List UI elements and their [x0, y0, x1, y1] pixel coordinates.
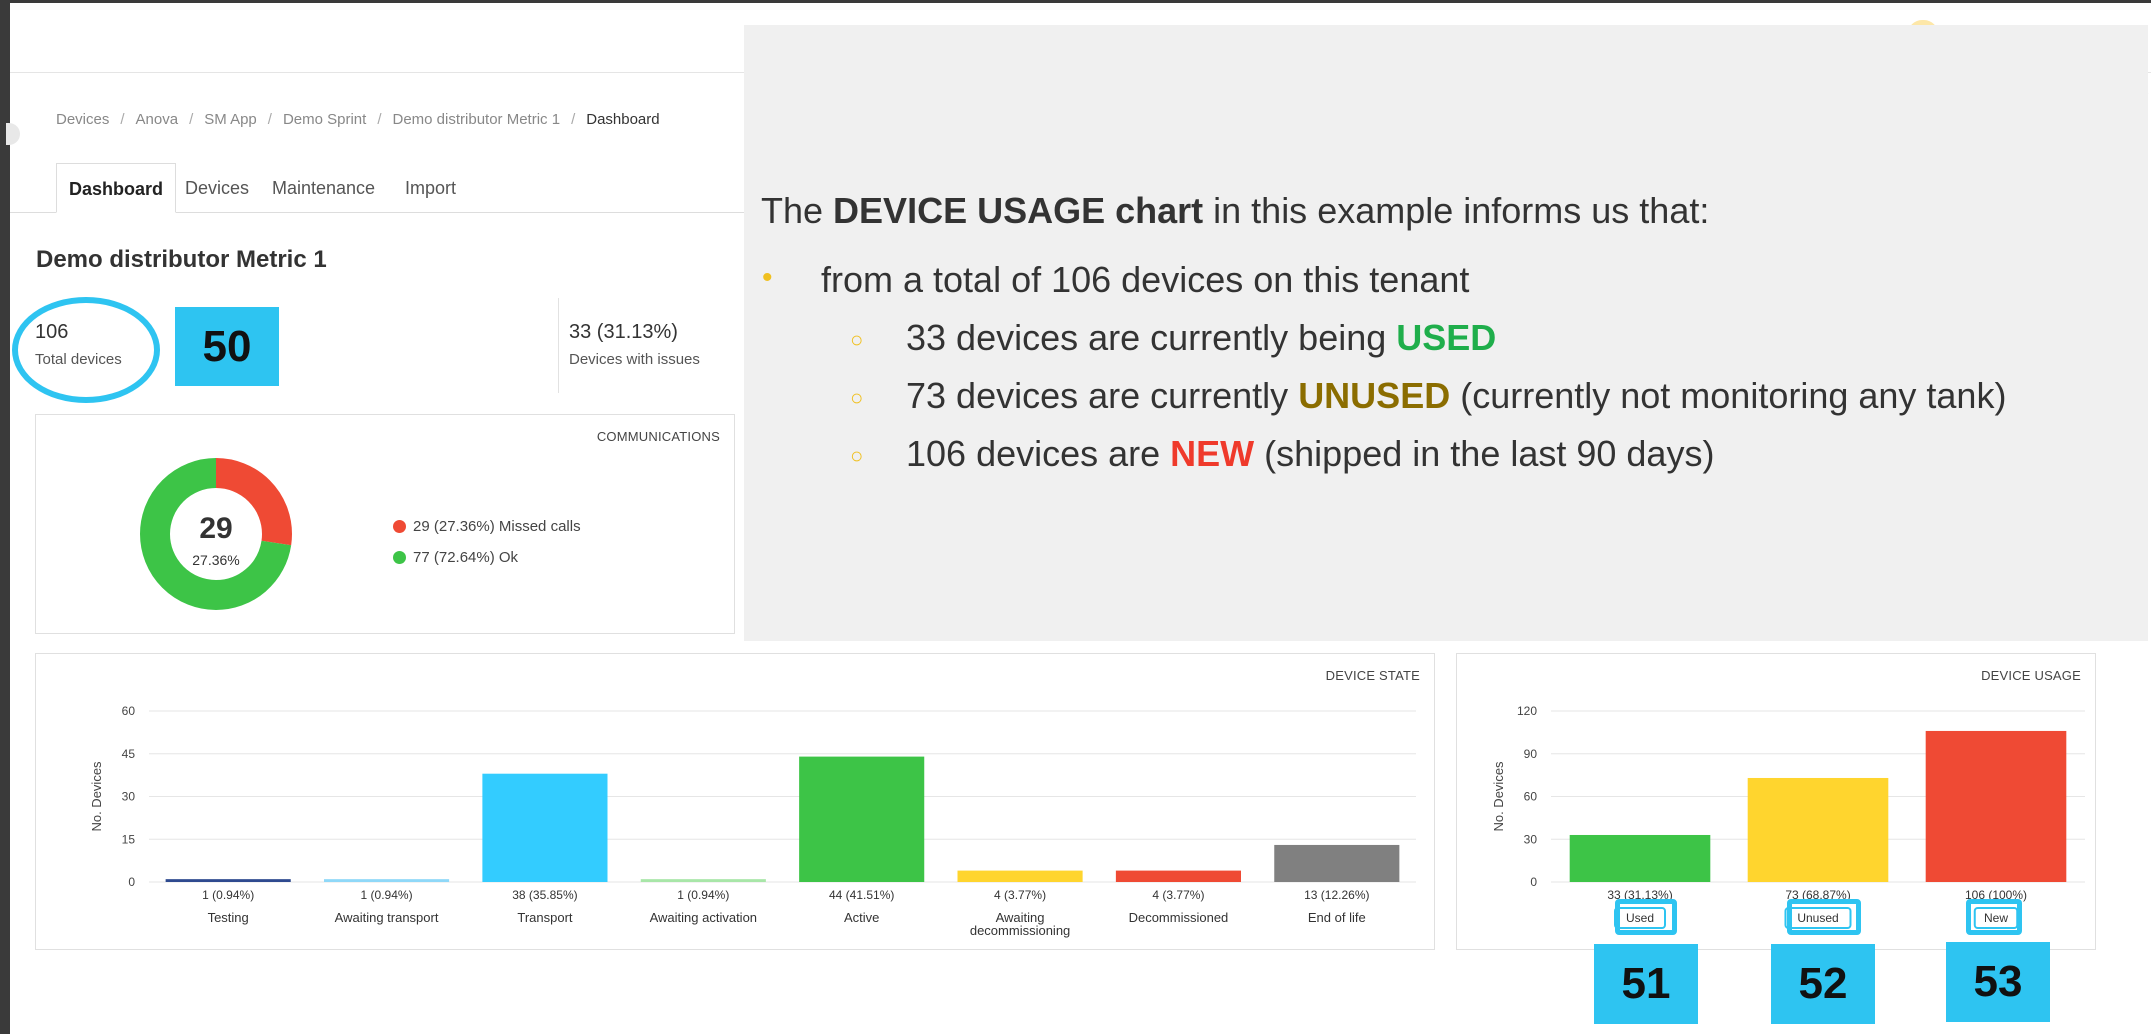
y-tick-label: 15: [122, 832, 136, 846]
overlay-unused-text: 73 devices are currently: [906, 375, 1299, 416]
bar-end-of-life[interactable]: [1274, 844, 1400, 882]
bar-active[interactable]: [799, 756, 925, 882]
data-label: 1 (0.94%): [202, 888, 254, 902]
donut-center-value: 29: [199, 512, 233, 545]
y-tick-label: 90: [1524, 747, 1538, 761]
bar-testing[interactable]: [165, 879, 291, 882]
device-state-panel: DEVICE STATE 0 15 30 45 60 No. Devices 1 (0.94…: [35, 653, 1435, 950]
breadcrumb-item[interactable]: Demo Sprint: [283, 111, 366, 128]
legend-ok: 77 (72.64%) Ok: [393, 549, 518, 566]
explanation-overlay: The DEVICE USAGE chart in this example i…: [744, 25, 2148, 641]
legend-label: 77 (72.64%) Ok: [413, 549, 519, 566]
x-tick-label: Awaiting transport: [335, 910, 439, 925]
callout-frame-unused: [1787, 899, 1861, 935]
bar-awaiting-activation[interactable]: [640, 879, 766, 882]
issues-value: 33 (31.13%): [569, 321, 678, 343]
overlay-heading-bold: DEVICE USAGE chart: [833, 190, 1204, 231]
legend-dot: [393, 551, 406, 564]
y-tick-label: 30: [122, 790, 136, 804]
x-tick-label: End of life: [1308, 910, 1366, 925]
overlay-unused-line: 73 devices are currently UNUSED (current…: [906, 375, 2006, 417]
tab-maintenance[interactable]: Maintenance: [272, 163, 375, 213]
y-tick-label: 120: [1517, 704, 1537, 718]
legend-label: 29 (27.36%) Missed calls: [413, 518, 581, 535]
x-tick-label: Active: [844, 910, 879, 925]
breadcrumb-item[interactable]: Anova: [136, 111, 179, 128]
overlay-heading: The DEVICE USAGE chart in this example i…: [761, 190, 1709, 232]
legend-dot: [393, 520, 406, 533]
bullet-icon: •: [762, 261, 773, 294]
bar-decommissioned[interactable]: [1115, 870, 1241, 882]
callout-53: 53: [1946, 942, 2050, 1022]
overlay-used-keyword: USED: [1396, 317, 1497, 358]
sub-bullet-icon: ○: [850, 385, 864, 410]
kpi-divider: [558, 298, 559, 393]
callout-50: 50: [175, 307, 279, 386]
breadcrumb-item[interactable]: Devices: [56, 111, 109, 128]
overlay-new-line: 106 devices are NEW (shipped in the last…: [906, 433, 1714, 475]
bar-unused[interactable]: [1747, 777, 1889, 882]
tab-dashboard[interactable]: Dashboard: [56, 163, 177, 213]
bar-used[interactable]: [1569, 834, 1711, 882]
y-tick-label: 60: [122, 704, 136, 718]
tab-import[interactable]: Import: [405, 163, 456, 213]
communications-donut: [140, 458, 292, 610]
overlay-new-text: 106 devices are: [906, 433, 1171, 474]
overlay-heading-post: in this example informs us that:: [1203, 190, 1710, 231]
breadcrumb: Devices / Anova / SM App / Demo Sprint / Dem…: [56, 111, 660, 128]
data-label: 4 (3.77%): [1152, 888, 1204, 902]
page-title: Demo distributor Metric 1: [36, 246, 327, 273]
device-state-chart: 0 15 30 45 60 No. Devices 1 (0.94%) Testing 1 (0…: [89, 704, 1416, 938]
bar-awaiting-decommissioning[interactable]: [957, 870, 1083, 882]
overlay-bullet-line: from a total of 106 devices on this tena…: [821, 259, 1470, 300]
data-label: 13 (12.26%): [1304, 888, 1369, 902]
y-tick-label: 60: [1524, 790, 1538, 804]
legend-missed-calls: 29 (27.36%) Missed calls: [393, 518, 581, 535]
x-tick-label: Awaiting activation: [650, 910, 757, 925]
breadcrumb-current: Dashboard: [586, 111, 660, 128]
x-tick-label: Decommissioned: [1129, 910, 1229, 925]
y-axis-label: No. Devices: [89, 761, 104, 832]
y-tick-label: 45: [122, 747, 136, 761]
sidebar-toggle-icon[interactable]: [6, 123, 20, 145]
y-tick-label: 30: [1524, 832, 1538, 846]
issues-label: Devices with issues: [569, 351, 700, 368]
tab-devices[interactable]: Devices: [185, 163, 249, 213]
breadcrumb-item[interactable]: SM App: [204, 111, 257, 128]
y-tick-label: 0: [128, 875, 135, 889]
data-label: 1 (0.94%): [361, 888, 413, 902]
overlay-new-keyword: NEW: [1170, 433, 1255, 474]
overlay-heading-pre: The: [761, 190, 834, 231]
sub-bullet-icon: ○: [850, 327, 864, 352]
overlay-used-line: 33 devices are currently being USED: [906, 317, 1496, 359]
callout-frame-new: [1966, 899, 2022, 935]
data-label: 38 (35.85%): [512, 888, 577, 902]
sub-bullet-icon: ○: [850, 443, 864, 468]
data-label: 44 (41.51%): [829, 888, 894, 902]
breadcrumb-item[interactable]: Demo distributor Metric 1: [393, 111, 561, 128]
y-tick-label: 0: [1530, 875, 1537, 889]
highlight-ring: [12, 297, 160, 403]
communications-panel: COMMUNICATIONS 29 27.36% 29 (27.36%) Mis…: [35, 414, 735, 634]
data-label: 1 (0.94%): [677, 888, 729, 902]
callout-frame-used: [1615, 899, 1677, 935]
bar-transport[interactable]: [482, 773, 608, 882]
bar-awaiting-transport[interactable]: [324, 879, 450, 882]
callout-51: 51: [1594, 944, 1698, 1024]
donut-center-pct: 27.36%: [192, 552, 240, 568]
overlay-new-note: (shipped in the last 90 days): [1254, 433, 1715, 474]
overlay-used-text: 33 devices are currently being: [906, 317, 1397, 358]
x-tick-label: decommissioning: [970, 923, 1070, 938]
y-axis-label: No. Devices: [1491, 761, 1506, 832]
data-label: 4 (3.77%): [994, 888, 1046, 902]
tab-bar: Dashboard Devices Maintenance Import: [10, 163, 750, 213]
bar-new[interactable]: [1925, 730, 2067, 882]
callout-52: 52: [1771, 944, 1875, 1024]
overlay-unused-keyword: UNUSED: [1298, 375, 1451, 416]
x-tick-label: Testing: [208, 910, 249, 925]
x-tick-label: Transport: [517, 910, 573, 925]
overlay-unused-note: (currently not monitoring any tank): [1450, 375, 2007, 416]
app-page: ▲ Devices/ Anova/ SM App/ Demo Sprint/ D…: [6, 3, 2151, 1034]
